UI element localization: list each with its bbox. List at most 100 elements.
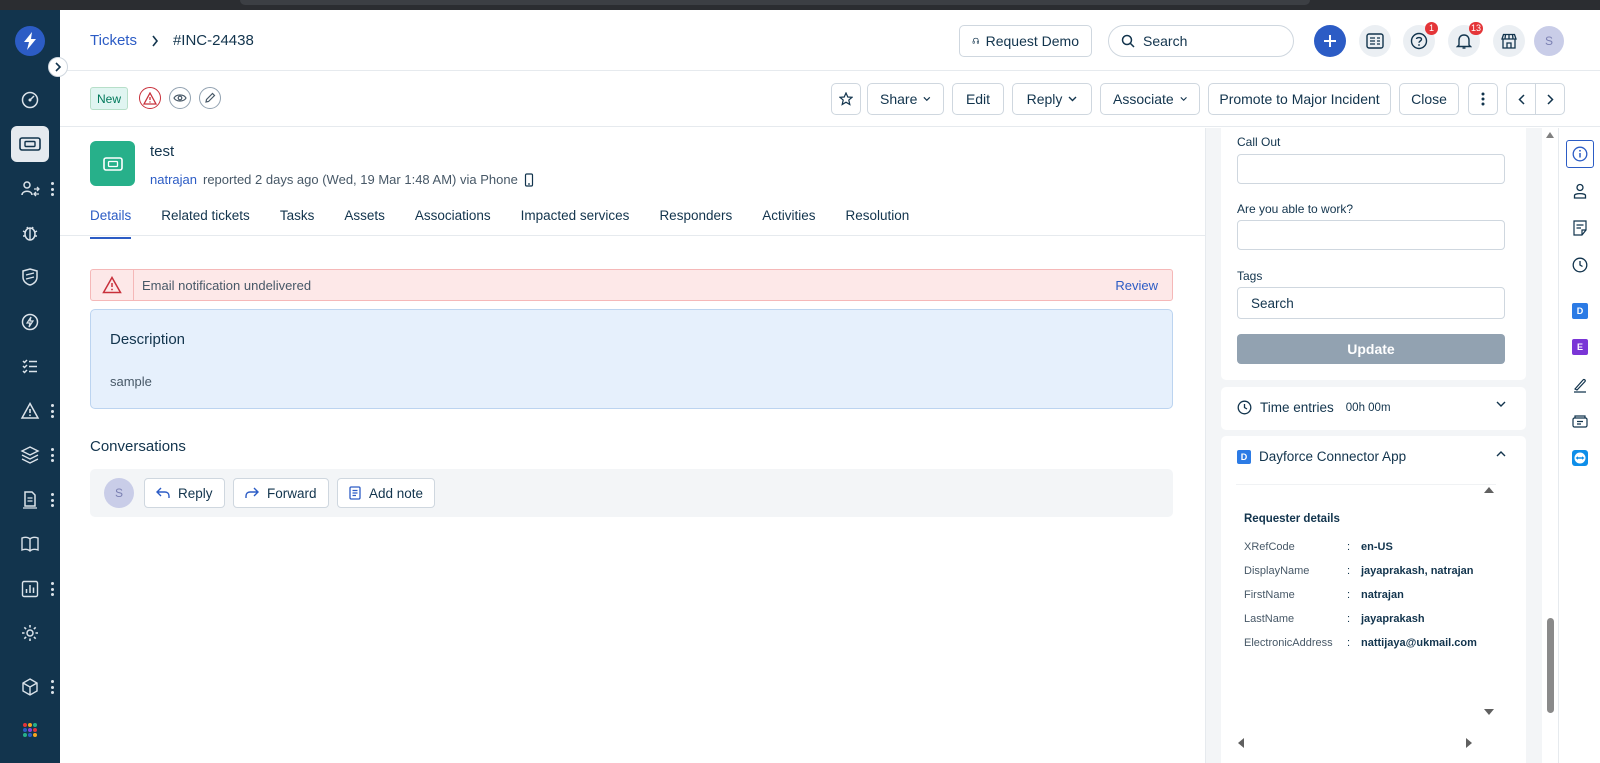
sidebar-item-releases[interactable] — [11, 259, 49, 295]
sidebar-item-automations[interactable] — [11, 304, 49, 340]
tab-associations[interactable]: Associations — [415, 200, 491, 237]
timeline-button[interactable] — [1568, 253, 1592, 277]
sidebar-item-tickets[interactable] — [11, 126, 49, 162]
sidebar-more-icon[interactable] — [50, 493, 54, 507]
promote-major-incident-button[interactable]: Promote to Major Incident — [1208, 83, 1391, 115]
tab-impacted-services[interactable]: Impacted services — [521, 200, 630, 237]
conversation-forward-button[interactable]: Forward — [233, 478, 329, 508]
more-actions-button[interactable] — [1468, 83, 1498, 115]
phone-icon — [524, 172, 533, 187]
conversation-reply-button[interactable]: Reply — [144, 478, 225, 508]
status-badge: New — [90, 87, 129, 110]
time-entries-section[interactable]: Time entries 00h 00m — [1221, 387, 1526, 430]
signature-app-button[interactable] — [1568, 373, 1592, 397]
apps-bar: D E — [1558, 128, 1600, 763]
tab-responders[interactable]: Responders — [659, 200, 732, 237]
sidebar-more-icon[interactable] — [50, 404, 54, 418]
associate-button[interactable]: Associate — [1100, 83, 1200, 115]
next-ticket-button[interactable] — [1535, 83, 1565, 115]
sidebar-item-problems[interactable] — [11, 215, 49, 251]
tab-resolution[interactable]: Resolution — [846, 200, 910, 237]
shield-icon — [22, 268, 38, 286]
chevron-down-icon[interactable] — [1496, 401, 1506, 408]
request-demo-button[interactable]: Request Demo — [959, 25, 1092, 57]
sidebar-more-icon[interactable] — [50, 448, 54, 462]
app-switcher[interactable] — [11, 712, 49, 748]
help-button[interactable]: 1 — [1403, 22, 1438, 57]
sidebar-more-icon[interactable] — [50, 680, 54, 694]
frame-horizontal-scrollbar[interactable] — [1236, 736, 1496, 750]
user-avatar[interactable]: S — [1534, 26, 1564, 56]
call-out-field[interactable] — [1237, 154, 1505, 184]
detail-row: LastName: jayaprakash — [1244, 613, 1425, 625]
info-panel-button[interactable] — [1566, 140, 1594, 168]
reply-dropdown-button[interactable]: Reply — [1012, 83, 1092, 115]
frame-vertical-scrollbar[interactable] — [1482, 485, 1496, 733]
e-app-button[interactable]: E — [1568, 335, 1592, 359]
sidebar-expand-icon[interactable] — [48, 57, 68, 77]
bell-icon — [1456, 34, 1472, 49]
warning-icon — [20, 401, 40, 419]
search-placeholder: Search — [1143, 33, 1188, 49]
dayforce-logo-icon: D — [1237, 449, 1251, 464]
watch-eye-icon[interactable] — [169, 87, 191, 109]
notes-button[interactable] — [1568, 216, 1592, 240]
able-to-work-field[interactable] — [1237, 220, 1505, 250]
sidebar-more-icon[interactable] — [50, 182, 54, 196]
new-item-button[interactable] — [1314, 25, 1346, 57]
edit-pencil-icon[interactable] — [199, 87, 221, 109]
sidebar-item-alerts[interactable] — [11, 393, 49, 429]
sidebar-item-solutions[interactable] — [11, 526, 49, 562]
tab-related-tickets[interactable]: Related tickets — [161, 200, 250, 237]
teamviewer-app-button[interactable] — [1568, 446, 1592, 470]
priority-alert-icon[interactable] — [139, 87, 161, 109]
tab-activities[interactable]: Activities — [762, 200, 815, 237]
previous-ticket-button[interactable] — [1506, 83, 1536, 115]
share-button[interactable]: Share — [867, 83, 944, 115]
tab-tasks[interactable]: Tasks — [280, 200, 315, 237]
person-icon — [1573, 183, 1587, 199]
tab-assets[interactable]: Assets — [344, 200, 385, 237]
app-logo-icon[interactable] — [15, 26, 45, 56]
close-ticket-button[interactable]: Close — [1399, 83, 1459, 115]
dayforce-app-button[interactable]: D — [1568, 299, 1592, 323]
notifications-button[interactable]: 13 — [1448, 22, 1483, 57]
tags-placeholder: Search — [1251, 295, 1294, 311]
sidebar-more-icon[interactable] — [50, 582, 54, 596]
panel-scrollbar[interactable] — [1542, 128, 1558, 763]
sidebar-item-assets[interactable] — [11, 437, 49, 473]
panel-scrollbar-thumb[interactable] — [1547, 618, 1554, 713]
sidebar-item-admin[interactable] — [11, 615, 49, 651]
plus-icon — [1324, 35, 1336, 47]
sidebar-item-dashboard[interactable] — [11, 82, 49, 118]
tab-details[interactable]: Details — [90, 200, 132, 239]
marketplace-button[interactable] — [1493, 25, 1525, 57]
properties-card: Call Out Are you able to work? Tags Sear… — [1221, 128, 1526, 380]
notes-icon — [1573, 220, 1587, 236]
right-properties-panel: Call Out Are you able to work? Tags Sear… — [1206, 128, 1542, 763]
conversation-add-note-button[interactable]: Add note — [337, 478, 436, 508]
ticket-type-icon — [90, 141, 135, 186]
dayforce-app-icon: D — [1572, 303, 1588, 319]
star-button[interactable] — [831, 83, 861, 115]
ticket-icon — [19, 137, 41, 151]
requester-info-button[interactable] — [1568, 179, 1592, 203]
sidebar-item-contracts[interactable] — [11, 482, 49, 518]
announcements-button[interactable] — [1359, 25, 1391, 57]
update-button[interactable]: Update — [1237, 334, 1505, 364]
edit-button[interactable]: Edit — [952, 83, 1004, 115]
alert-warning-icon — [91, 270, 134, 300]
global-search-input[interactable]: Search — [1108, 25, 1294, 57]
tags-search-input[interactable]: Search — [1237, 287, 1505, 319]
chevron-up-icon[interactable] — [1496, 450, 1506, 457]
ticket-app-button[interactable] — [1568, 409, 1592, 433]
requester-link[interactable]: natrajan — [150, 172, 197, 187]
browser-top-strip — [0, 0, 1600, 10]
alert-review-link[interactable]: Review — [1115, 278, 1172, 293]
sidebar-item-changes[interactable] — [11, 171, 49, 207]
breadcrumb-tickets-link[interactable]: Tickets — [90, 32, 137, 49]
sidebar-item-products[interactable] — [11, 669, 49, 705]
sidebar-item-analytics[interactable] — [11, 571, 49, 607]
sidebar-item-tasks[interactable] — [11, 348, 49, 384]
note-icon — [349, 486, 361, 500]
